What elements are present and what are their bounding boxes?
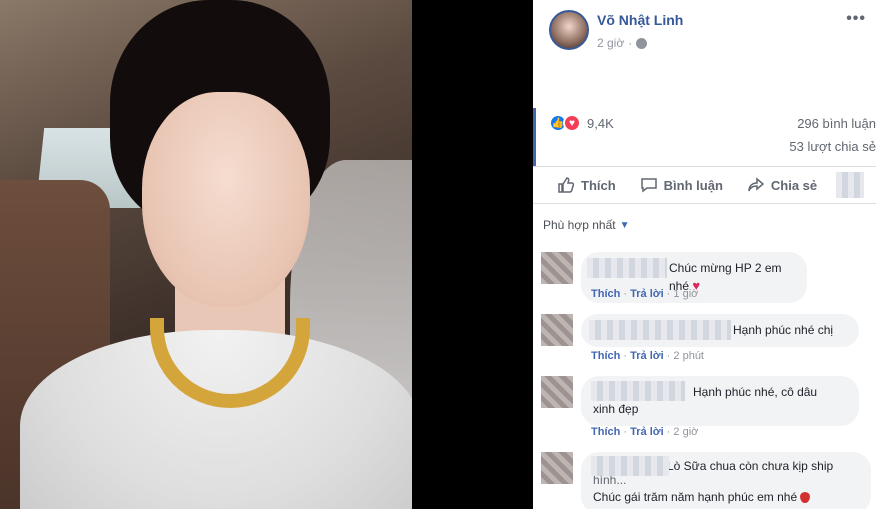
thumbs-up-icon: [558, 177, 575, 193]
reactions-summary[interactable]: 👍 ♥ 9,4K: [549, 114, 614, 132]
post-panel: Võ Nhật Linh 2 giờ · ••• 👍 ♥ 9,4K 296 bì…: [533, 0, 876, 509]
comment-sort[interactable]: Phù hợp nhất ▼: [543, 218, 630, 232]
like-label: Thích: [581, 177, 616, 193]
focus-indicator: [533, 108, 536, 166]
comment-like-link[interactable]: Thích: [591, 426, 620, 438]
comment-text-line2: hình...: [593, 473, 627, 487]
comment-actions: Thích · Trả lời · 2 phút: [591, 350, 704, 362]
separator: ·: [628, 36, 633, 50]
blurred-name: [587, 258, 667, 278]
post-meta: 2 giờ ·: [597, 36, 683, 50]
like-button[interactable]: Thích: [557, 176, 616, 194]
globe-icon: [636, 37, 648, 49]
comment-actions: Thích · Trả lời · 1 giờ: [591, 288, 699, 300]
sort-label: Phù hợp nhất: [543, 218, 616, 232]
blurred-name: [589, 320, 731, 340]
commenter-avatar[interactable]: [541, 376, 573, 408]
comment-icon: [640, 178, 657, 193]
blurred-avatar: [836, 172, 864, 198]
post-stats: 296 bình luận 53 lượt chia sẻ: [676, 116, 876, 162]
comment-text-line3: Chúc gái trăm năm hạnh phúc em nhé: [593, 490, 798, 504]
comment-reply-link[interactable]: Trả lời: [630, 288, 664, 300]
comment-reply-link[interactable]: Trả lời: [630, 350, 664, 362]
comment-actions: Thích · Trả lời · 2 giờ: [591, 426, 699, 438]
post-time[interactable]: 2 giờ: [597, 36, 624, 50]
commenter-avatar[interactable]: [541, 314, 573, 346]
comment-button[interactable]: Bình luận: [640, 176, 723, 194]
author-name[interactable]: Võ Nhật Linh: [597, 12, 683, 28]
love-reaction-icon: ♥: [563, 114, 581, 132]
post-author: Võ Nhật Linh 2 giờ ·: [549, 10, 683, 50]
blurred-name: [591, 456, 669, 476]
author-avatar[interactable]: [549, 10, 589, 50]
comment-reply-link[interactable]: Trả lời: [630, 426, 664, 438]
blurred-name: [591, 381, 685, 401]
comment-time[interactable]: 1 giờ: [673, 288, 698, 300]
strawberry-icon: [800, 492, 811, 504]
reaction-count: 9,4K: [587, 115, 614, 131]
share-label: Chia sẻ: [770, 177, 818, 193]
comment-like-link[interactable]: Thích: [591, 350, 620, 362]
caret-down-icon: ▼: [619, 219, 630, 231]
comment-label: Bình luận: [663, 177, 723, 193]
comment-time[interactable]: 2 giờ: [673, 426, 698, 438]
post-photo[interactable]: [0, 0, 412, 509]
comment-text: Hạnh phúc nhé chị: [733, 323, 834, 337]
face: [142, 92, 310, 307]
comment-like-link[interactable]: Thích: [591, 288, 620, 300]
share-icon: [748, 177, 765, 192]
commenter-avatar[interactable]: [541, 452, 573, 484]
more-options-icon[interactable]: •••: [846, 10, 866, 28]
comment-count[interactable]: 296 bình luận: [676, 116, 876, 131]
share-button[interactable]: Chia sẻ: [747, 176, 817, 194]
comment-text-line2: xinh đẹp: [593, 402, 639, 416]
action-bar: Thích Bình luận Chia sẻ: [533, 166, 876, 204]
share-count[interactable]: 53 lượt chia sẻ: [676, 139, 876, 154]
commenter-avatar[interactable]: [541, 252, 573, 284]
comment-time[interactable]: 2 phút: [673, 350, 704, 362]
